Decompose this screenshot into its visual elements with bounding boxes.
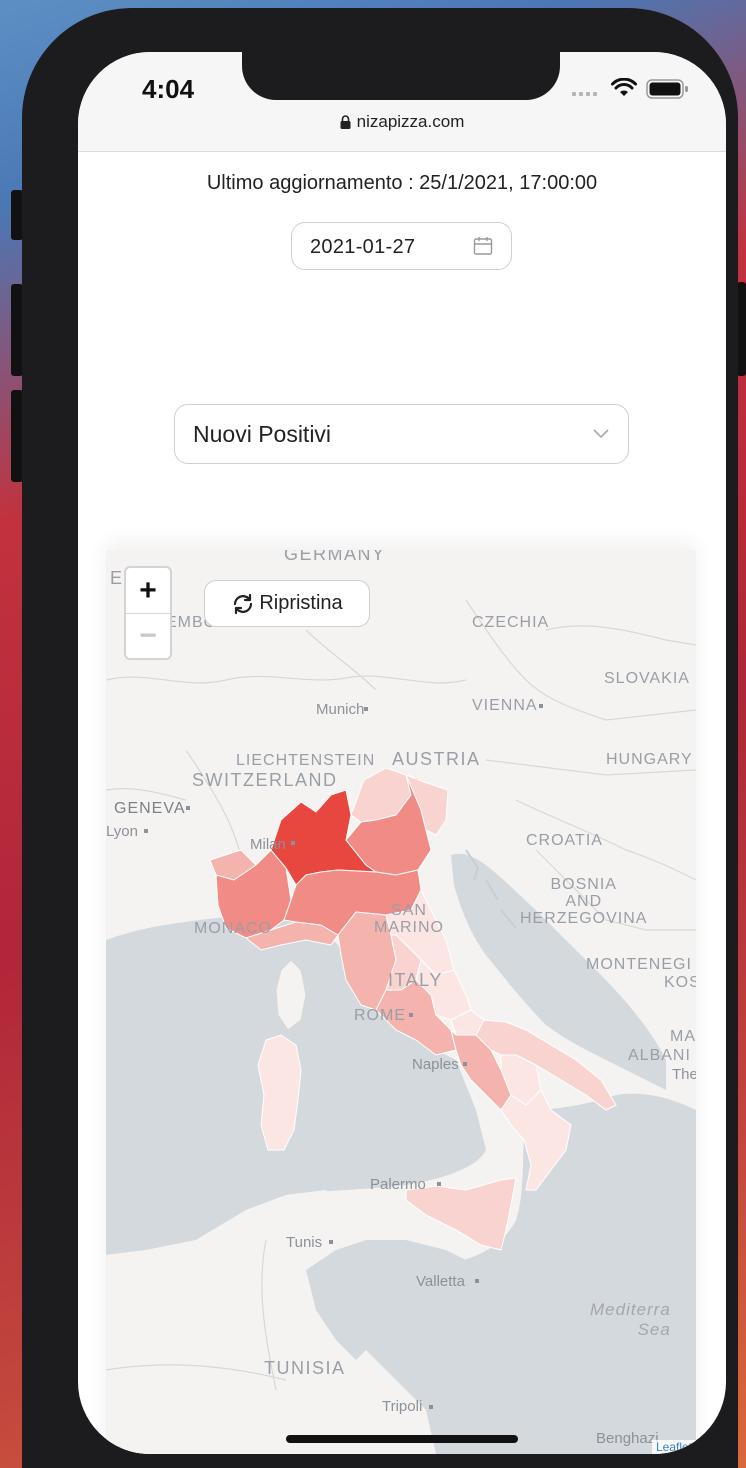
label-benghazi: Benghazi — [596, 1430, 659, 1447]
clock: 4:04 — [142, 74, 195, 104]
notch — [242, 52, 560, 100]
label-montenegro: MONTENEGI — [586, 956, 692, 973]
zoom-out-button[interactable]: − — [126, 613, 170, 658]
label-kosovo: KOS — [664, 974, 696, 991]
choropleth-map[interactable]: GERMANY E M EMBO CZECHIA SLOVAKIA Munich… — [106, 550, 696, 1454]
label-mediterranean-sea: Mediterra Sea — [590, 1300, 671, 1339]
label-slovakia: SLOVAKIA — [604, 670, 690, 687]
label-hungary: HUNGARY — [606, 751, 693, 768]
label-tripoli: Tripoli — [382, 1398, 423, 1415]
label-tunisia: TUNISIA — [264, 1358, 346, 1378]
label-germany: GERMANY — [284, 550, 386, 564]
label-tunis: Tunis — [286, 1234, 323, 1251]
label-liechtenstein: LIECHTENSTEIN — [236, 752, 376, 769]
home-indicator[interactable] — [286, 1435, 518, 1443]
label-geneva: GENEVA — [114, 800, 186, 817]
refresh-icon — [234, 593, 253, 614]
last-update-text: Ultimo aggiornamento : 25/1/2021, 17:00:… — [206, 172, 598, 194]
url-text: nizapizza.com — [356, 112, 465, 131]
label-switzerland: SWITZERLAND — [192, 770, 338, 790]
header-divider — [78, 151, 726, 152]
wifi-icon — [611, 78, 637, 96]
label-italy: ITALY — [388, 970, 443, 990]
label-monaco: MONACO — [194, 920, 272, 937]
date-picker-input[interactable]: 2021-01-27 — [291, 222, 512, 270]
map-attribution[interactable]: Leaflet — [651, 1440, 696, 1454]
label-palermo: Palermo — [370, 1176, 426, 1193]
corsica — [275, 959, 307, 1031]
metric-select[interactable]: Nuovi Positivi — [174, 404, 629, 464]
label-croatia: CROATIA — [526, 832, 603, 849]
label-albania: ALBANI — [628, 1047, 691, 1064]
label-the-fragment: The — [672, 1066, 696, 1083]
label-naples: Naples — [412, 1056, 459, 1073]
label-milan: Milan — [250, 836, 286, 853]
power-button — [737, 282, 746, 376]
label-munich: Munich — [316, 701, 365, 718]
zoom-in-button[interactable]: + — [126, 568, 170, 613]
phone-frame: 4:04 nizapizza.com Ultimo aggiornamento … — [22, 8, 738, 1468]
label-bosnia: BOSNIA AND HERZEGOVINA — [520, 876, 648, 927]
reset-map-button[interactable]: Ripristina — [204, 580, 370, 627]
metric-selected-value: Nuovi Positivi — [193, 421, 332, 447]
address-bar[interactable]: nizapizza.com — [78, 112, 726, 132]
cellular-signal-icon — [572, 92, 597, 96]
date-value: 2021-01-27 — [310, 236, 416, 258]
reset-label: Ripristina — [259, 592, 343, 614]
label-vienna: VIENNA — [472, 697, 538, 714]
battery-icon — [646, 79, 688, 99]
label-valletta: Valletta — [416, 1273, 465, 1290]
label-czechia: CZECHIA — [472, 614, 550, 631]
chevron-down-icon — [593, 429, 609, 439]
calendar-icon[interactable] — [473, 236, 493, 256]
zoom-control: + − — [124, 566, 172, 660]
label-austria: AUSTRIA — [392, 749, 481, 769]
label-san-marino: SAN MARINO — [374, 902, 444, 936]
screen: 4:04 nizapizza.com Ultimo aggiornamento … — [78, 52, 726, 1454]
label-rome: ROME — [354, 1007, 406, 1024]
lock-icon — [340, 115, 351, 129]
label-lyon: Lyon — [106, 823, 138, 840]
label-ma-fragment: MA — [670, 1028, 696, 1045]
